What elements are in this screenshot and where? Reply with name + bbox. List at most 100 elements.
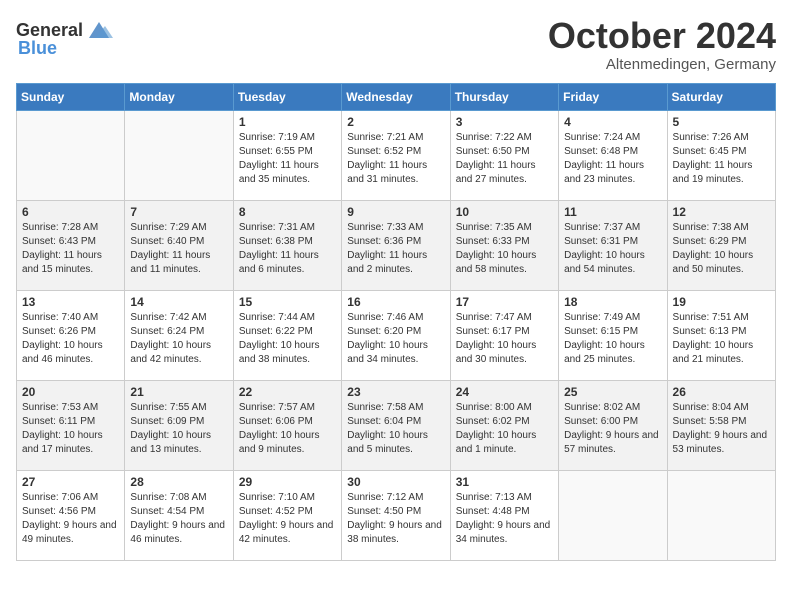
- day-number: 7: [130, 205, 227, 219]
- day-info: Sunrise: 7:53 AMSunset: 6:11 PMDaylight:…: [22, 401, 119, 457]
- day-info: Sunrise: 7:10 AMSunset: 4:52 PMDaylight:…: [239, 491, 336, 547]
- calendar-cell: 22 Sunrise: 7:57 AMSunset: 6:06 PMDaylig…: [233, 380, 341, 470]
- day-info: Sunrise: 7:42 AMSunset: 6:24 PMDaylight:…: [130, 311, 227, 367]
- calendar-cell: 9 Sunrise: 7:33 AMSunset: 6:36 PMDayligh…: [342, 200, 450, 290]
- header-friday: Friday: [559, 83, 667, 110]
- day-info: Sunrise: 7:12 AMSunset: 4:50 PMDaylight:…: [347, 491, 444, 547]
- logo: General Blue: [16, 16, 113, 59]
- location: Altenmedingen, Germany: [548, 56, 776, 73]
- calendar-cell: 26 Sunrise: 8:04 AMSunset: 5:58 PMDaylig…: [667, 380, 775, 470]
- calendar-cell: [667, 470, 775, 560]
- day-number: 18: [564, 295, 661, 309]
- header-tuesday: Tuesday: [233, 83, 341, 110]
- day-number: 21: [130, 385, 227, 399]
- day-number: 12: [673, 205, 770, 219]
- calendar-cell: 20 Sunrise: 7:53 AMSunset: 6:11 PMDaylig…: [17, 380, 125, 470]
- day-number: 5: [673, 115, 770, 129]
- day-info: Sunrise: 7:13 AMSunset: 4:48 PMDaylight:…: [456, 491, 553, 547]
- calendar-cell: 11 Sunrise: 7:37 AMSunset: 6:31 PMDaylig…: [559, 200, 667, 290]
- day-number: 23: [347, 385, 444, 399]
- calendar-cell: 10 Sunrise: 7:35 AMSunset: 6:33 PMDaylig…: [450, 200, 558, 290]
- page-header: General Blue October 2024 Altenmedingen,…: [16, 16, 776, 73]
- calendar-cell: 4 Sunrise: 7:24 AMSunset: 6:48 PMDayligh…: [559, 110, 667, 200]
- calendar-cell: 21 Sunrise: 7:55 AMSunset: 6:09 PMDaylig…: [125, 380, 233, 470]
- day-number: 22: [239, 385, 336, 399]
- calendar-cell: 12 Sunrise: 7:38 AMSunset: 6:29 PMDaylig…: [667, 200, 775, 290]
- day-number: 11: [564, 205, 661, 219]
- calendar-cell: 24 Sunrise: 8:00 AMSunset: 6:02 PMDaylig…: [450, 380, 558, 470]
- day-info: Sunrise: 7:29 AMSunset: 6:40 PMDaylight:…: [130, 221, 227, 277]
- day-number: 8: [239, 205, 336, 219]
- calendar-week-5: 27 Sunrise: 7:06 AMSunset: 4:56 PMDaylig…: [17, 470, 776, 560]
- day-info: Sunrise: 7:58 AMSunset: 6:04 PMDaylight:…: [347, 401, 444, 457]
- calendar-cell: 5 Sunrise: 7:26 AMSunset: 6:45 PMDayligh…: [667, 110, 775, 200]
- calendar-cell: 15 Sunrise: 7:44 AMSunset: 6:22 PMDaylig…: [233, 290, 341, 380]
- day-info: Sunrise: 7:19 AMSunset: 6:55 PMDaylight:…: [239, 131, 336, 187]
- day-info: Sunrise: 7:33 AMSunset: 6:36 PMDaylight:…: [347, 221, 444, 277]
- calendar-cell: 3 Sunrise: 7:22 AMSunset: 6:50 PMDayligh…: [450, 110, 558, 200]
- day-number: 30: [347, 475, 444, 489]
- calendar-cell: 7 Sunrise: 7:29 AMSunset: 6:40 PMDayligh…: [125, 200, 233, 290]
- calendar-cell: 17 Sunrise: 7:47 AMSunset: 6:17 PMDaylig…: [450, 290, 558, 380]
- day-number: 24: [456, 385, 553, 399]
- day-info: Sunrise: 8:04 AMSunset: 5:58 PMDaylight:…: [673, 401, 770, 457]
- day-number: 15: [239, 295, 336, 309]
- day-number: 26: [673, 385, 770, 399]
- calendar-cell: 2 Sunrise: 7:21 AMSunset: 6:52 PMDayligh…: [342, 110, 450, 200]
- day-info: Sunrise: 7:49 AMSunset: 6:15 PMDaylight:…: [564, 311, 661, 367]
- header-thursday: Thursday: [450, 83, 558, 110]
- calendar-cell: 25 Sunrise: 8:02 AMSunset: 6:00 PMDaylig…: [559, 380, 667, 470]
- calendar-cell: 14 Sunrise: 7:42 AMSunset: 6:24 PMDaylig…: [125, 290, 233, 380]
- day-info: Sunrise: 7:55 AMSunset: 6:09 PMDaylight:…: [130, 401, 227, 457]
- calendar-cell: 8 Sunrise: 7:31 AMSunset: 6:38 PMDayligh…: [233, 200, 341, 290]
- calendar-header-row: SundayMondayTuesdayWednesdayThursdayFrid…: [17, 83, 776, 110]
- day-info: Sunrise: 7:26 AMSunset: 6:45 PMDaylight:…: [673, 131, 770, 187]
- day-info: Sunrise: 7:37 AMSunset: 6:31 PMDaylight:…: [564, 221, 661, 277]
- day-number: 19: [673, 295, 770, 309]
- calendar-week-2: 6 Sunrise: 7:28 AMSunset: 6:43 PMDayligh…: [17, 200, 776, 290]
- day-number: 9: [347, 205, 444, 219]
- calendar-cell: 29 Sunrise: 7:10 AMSunset: 4:52 PMDaylig…: [233, 470, 341, 560]
- day-info: Sunrise: 7:31 AMSunset: 6:38 PMDaylight:…: [239, 221, 336, 277]
- calendar-cell: 30 Sunrise: 7:12 AMSunset: 4:50 PMDaylig…: [342, 470, 450, 560]
- calendar-cell: 19 Sunrise: 7:51 AMSunset: 6:13 PMDaylig…: [667, 290, 775, 380]
- calendar-week-1: 1 Sunrise: 7:19 AMSunset: 6:55 PMDayligh…: [17, 110, 776, 200]
- calendar-cell: [559, 470, 667, 560]
- calendar-cell: 13 Sunrise: 7:40 AMSunset: 6:26 PMDaylig…: [17, 290, 125, 380]
- calendar-cell: 23 Sunrise: 7:58 AMSunset: 6:04 PMDaylig…: [342, 380, 450, 470]
- day-number: 20: [22, 385, 119, 399]
- day-number: 2: [347, 115, 444, 129]
- calendar-cell: 27 Sunrise: 7:06 AMSunset: 4:56 PMDaylig…: [17, 470, 125, 560]
- day-number: 29: [239, 475, 336, 489]
- day-info: Sunrise: 7:44 AMSunset: 6:22 PMDaylight:…: [239, 311, 336, 367]
- day-info: Sunrise: 7:24 AMSunset: 6:48 PMDaylight:…: [564, 131, 661, 187]
- month-title: October 2024: [548, 16, 776, 56]
- day-number: 1: [239, 115, 336, 129]
- day-number: 3: [456, 115, 553, 129]
- day-info: Sunrise: 7:46 AMSunset: 6:20 PMDaylight:…: [347, 311, 444, 367]
- day-number: 31: [456, 475, 553, 489]
- day-info: Sunrise: 7:35 AMSunset: 6:33 PMDaylight:…: [456, 221, 553, 277]
- calendar-cell: [125, 110, 233, 200]
- header-sunday: Sunday: [17, 83, 125, 110]
- day-info: Sunrise: 8:02 AMSunset: 6:00 PMDaylight:…: [564, 401, 661, 457]
- day-number: 27: [22, 475, 119, 489]
- logo-icon: [85, 16, 113, 44]
- calendar-cell: 31 Sunrise: 7:13 AMSunset: 4:48 PMDaylig…: [450, 470, 558, 560]
- day-number: 10: [456, 205, 553, 219]
- day-number: 14: [130, 295, 227, 309]
- day-number: 17: [456, 295, 553, 309]
- title-area: October 2024 Altenmedingen, Germany: [548, 16, 776, 73]
- day-info: Sunrise: 7:47 AMSunset: 6:17 PMDaylight:…: [456, 311, 553, 367]
- day-number: 13: [22, 295, 119, 309]
- day-number: 6: [22, 205, 119, 219]
- header-monday: Monday: [125, 83, 233, 110]
- calendar-week-3: 13 Sunrise: 7:40 AMSunset: 6:26 PMDaylig…: [17, 290, 776, 380]
- day-info: Sunrise: 8:00 AMSunset: 6:02 PMDaylight:…: [456, 401, 553, 457]
- day-info: Sunrise: 7:28 AMSunset: 6:43 PMDaylight:…: [22, 221, 119, 277]
- calendar-table: SundayMondayTuesdayWednesdayThursdayFrid…: [16, 83, 776, 561]
- day-info: Sunrise: 7:08 AMSunset: 4:54 PMDaylight:…: [130, 491, 227, 547]
- day-info: Sunrise: 7:51 AMSunset: 6:13 PMDaylight:…: [673, 311, 770, 367]
- day-info: Sunrise: 7:38 AMSunset: 6:29 PMDaylight:…: [673, 221, 770, 277]
- day-number: 25: [564, 385, 661, 399]
